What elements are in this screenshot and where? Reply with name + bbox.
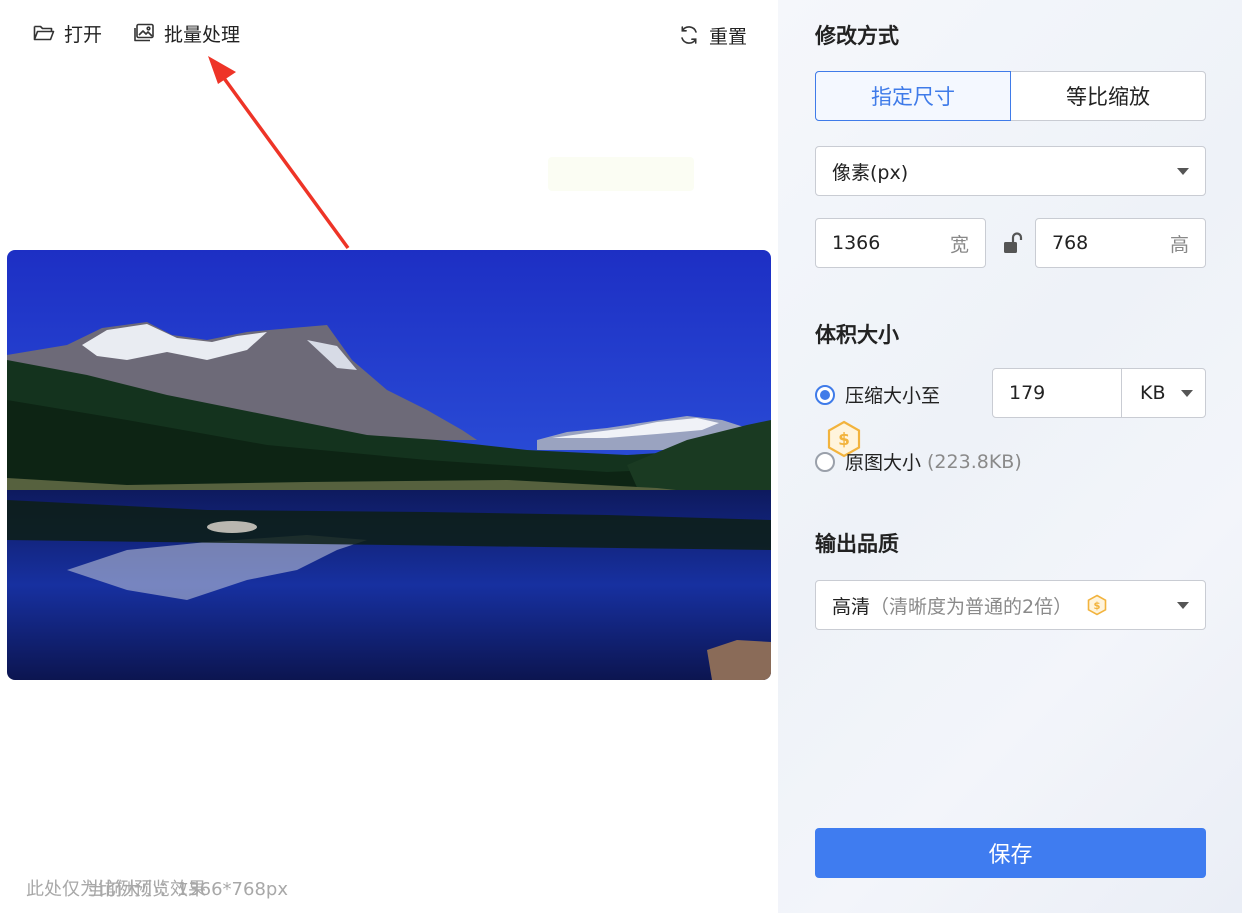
landscape-photo [7,250,771,680]
settings-panel: 修改方式 指定尺寸 等比缩放 像素(px) 1366 宽 768 高 体积大小 … [778,0,1242,913]
mode-section-title: 修改方式 [815,24,899,48]
open-label: 打开 [64,23,103,46]
quality-section-title: 输出品质 [815,532,899,556]
width-unit: 宽 [949,233,969,256]
annotation-arrow [208,56,350,250]
size-unit-select[interactable]: KB [1121,368,1206,418]
folder-open-icon [33,25,55,41]
original-size-radio[interactable]: 原图大小 (223.8KB) [815,448,1022,475]
width-value: 1366 [832,232,881,254]
mode-tabs: 指定尺寸 等比缩放 [815,71,1206,121]
current-size-label: 当前大小：1366*768px [86,879,288,900]
width-input[interactable]: 1366 宽 [815,218,986,268]
vip-coin-icon: $ [1087,594,1107,616]
svg-text:$: $ [1094,601,1101,612]
tab-specify-size[interactable]: 指定尺寸 [815,71,1011,121]
original-label: 原图大小 [845,452,922,474]
compress-size-input[interactable]: 179 [992,368,1122,418]
reset-button[interactable]: 重置 [677,20,747,50]
caret-down-icon [1177,601,1189,609]
radio-checked[interactable] [815,384,835,405]
unit-select[interactable]: 像素(px) [815,146,1206,196]
quality-description: （清晰度为普通的2倍） [870,595,1073,618]
unlock-icon[interactable] [1002,231,1024,255]
open-button[interactable]: 打开 [32,18,102,48]
refresh-icon [681,26,697,44]
volume-section-title: 体积大小 [815,323,899,347]
compress-label: 压缩大小至 [845,385,941,407]
compress-radio[interactable]: 压缩大小至 [815,381,940,408]
tab-proportional-scale[interactable]: 等比缩放 [1011,72,1205,120]
svg-text:$: $ [838,430,850,450]
preview-area: 打开 批量处理 重置 此处仅为比例预览效果 当前大小：1366*768px [0,0,778,913]
reset-label: 重置 [709,25,748,48]
radio-unchecked[interactable] [815,451,835,472]
unit-select-value: 像素(px) [832,161,909,184]
save-label: 保存 [988,843,1033,868]
image-preview [7,250,771,680]
caret-down-icon [1181,389,1193,397]
size-unit-value: KB [1140,382,1166,404]
compress-size-value: 179 [1009,382,1046,404]
quality-value: 高清 [832,595,871,618]
height-value: 768 [1052,232,1089,254]
save-button[interactable]: 保存 [815,828,1206,878]
quality-select[interactable]: 高清 （清晰度为普通的2倍） $ [815,580,1206,630]
image-gallery-icon [134,23,154,42]
caret-down-icon [1177,167,1189,175]
batch-process-button[interactable]: 批量处理 [132,18,240,48]
height-input[interactable]: 768 高 [1035,218,1206,268]
blurred-watermark [548,157,694,191]
height-unit: 高 [1169,233,1189,256]
app-window: 打开 批量处理 重置 此处仅为比例预览效果 当前大小：1366*768px 修改… [0,0,1242,913]
batch-process-label: 批量处理 [164,23,241,46]
original-size-value: (223.8KB) [927,450,1022,473]
